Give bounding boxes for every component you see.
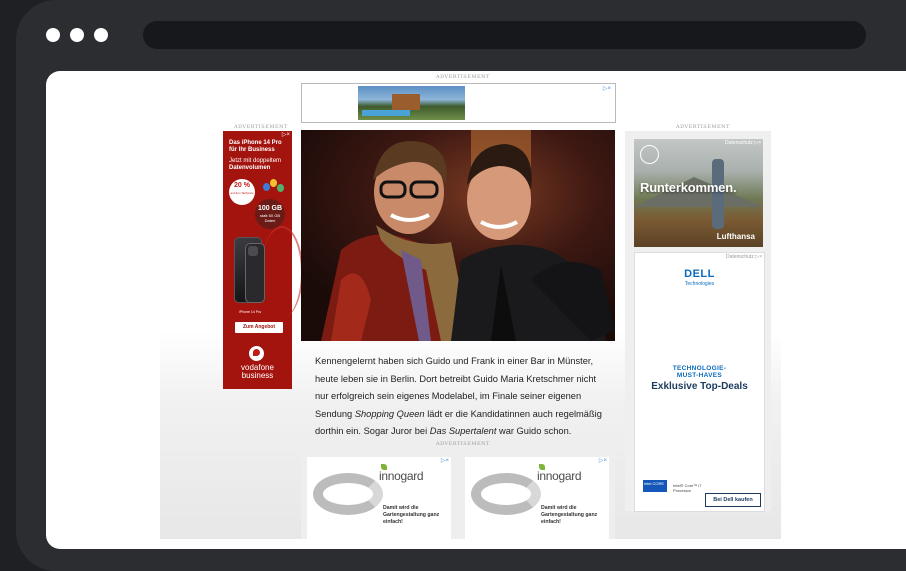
dell-logo-sub: Technologies (684, 281, 715, 287)
ad-headline: Exklusive Top-Deals (651, 381, 748, 392)
ad-tagline: Damit wird die Gartengestaltung ganz ein… (383, 505, 440, 525)
discount-sub: auf den Tarifpreis (230, 191, 254, 195)
ad-line: Jetzt mit doppeltem (229, 158, 282, 164)
privacy-label[interactable]: Datenschutz ▷× (725, 140, 761, 146)
ad-kicker: TECHNOLOGIE- MUST-HAVES (672, 365, 727, 379)
article-text: war Guido schon. (496, 426, 572, 437)
offer-button[interactable]: Zum Angebot (235, 322, 283, 333)
resort-image (358, 86, 465, 120)
lufthansa-ad[interactable]: Datenschutz ▷× Runterkommen. Lufthansa (634, 139, 763, 247)
ad-label: ADVERTISEMENT (676, 124, 730, 130)
address-bar[interactable] (143, 21, 866, 49)
minimize-window-dot[interactable] (70, 28, 84, 42)
lufthansa-crane-icon (640, 145, 659, 164)
top-banner-ad[interactable]: ▷× (301, 83, 616, 123)
vodafone-ad[interactable]: ▷× Das iPhone 14 Pro für Ihr Business Je… (223, 131, 303, 389)
article-photo (301, 130, 615, 341)
intel-text: Intel® Core™ i7 Processor (673, 483, 702, 493)
iphone-back-image (245, 243, 265, 303)
web-page: ADVERTISEMENT ▷× ADVERTISEMENT ▷× Das iP… (160, 71, 781, 539)
data-volume-value: 100 GB (257, 205, 283, 212)
right-ad-column: Datenschutz ▷× Runterkommen. Lufthansa D… (625, 131, 771, 512)
browser-viewport: ADVERTISEMENT ▷× ADVERTISEMENT ▷× Das iP… (46, 71, 906, 549)
ad-label: ADVERTISEMENT (234, 124, 288, 130)
ad-brand: Lufthansa (716, 232, 755, 241)
buy-at-dell-button[interactable]: Bei Dell kaufen (705, 493, 761, 507)
ad-choices-icon[interactable]: ▷× (282, 131, 290, 138)
bottom-ad-row: ▷× innogard Damit wird die Gartengestalt… (301, 449, 615, 539)
ad-tagline: Damit wird die Gartengestaltung ganz ein… (541, 505, 598, 525)
innogard-ad[interactable]: ▷× innogard Damit wird die Gartengestalt… (307, 457, 451, 539)
vodafone-logo-icon (249, 346, 264, 361)
phone-caption: iPhone 14 Pro (239, 310, 262, 314)
innogard-logo: innogard (537, 469, 582, 483)
ad-label: ADVERTISEMENT (436, 74, 490, 80)
intel-badge: intel CORE (643, 480, 667, 492)
lawn-edging-image (471, 473, 541, 515)
discount-badge: 20 % auf den Tarifpreis (229, 179, 255, 205)
show-title: Das Supertalent (429, 426, 497, 437)
show-title: Shopping Queen (354, 408, 425, 419)
window-controls (46, 28, 108, 42)
innogard-logo: innogard (379, 469, 424, 483)
discount-value: 20 % (234, 182, 250, 189)
dell-ad[interactable]: Datenschutz ▷× DELL Technologies TECHNOL… (634, 252, 765, 512)
ad-choices-icon[interactable]: ▷× (603, 85, 611, 92)
dell-logo: DELL (684, 268, 715, 280)
lawn-edging-image (313, 473, 383, 515)
ad-choices-icon[interactable]: ▷× (599, 457, 607, 464)
ad-choices-icon[interactable]: ▷× (441, 457, 449, 464)
ad-line: Datenvolumen (229, 165, 271, 171)
vodafone-wordmark: vodafone business (241, 363, 274, 380)
two-men-photo (301, 130, 615, 341)
ad-label: ADVERTISEMENT (436, 441, 490, 447)
innogard-ad[interactable]: ▷× innogard Damit wird die Gartengestalt… (465, 457, 609, 539)
data-volume-badge: 100 GB statt 50 GB Daten (255, 199, 285, 229)
article-paragraph: Kennengelernt haben sich Guido und Frank… (315, 353, 605, 441)
ad-headline: Runterkommen. (640, 180, 737, 195)
privacy-label[interactable]: Datenschutz ▷× (726, 254, 762, 260)
data-volume-sub: statt 50 GB Daten (259, 213, 280, 223)
maximize-window-dot[interactable] (94, 28, 108, 42)
ad-headline: Das iPhone 14 Pro für Ihr Business (229, 140, 282, 153)
close-window-dot[interactable] (46, 28, 60, 42)
